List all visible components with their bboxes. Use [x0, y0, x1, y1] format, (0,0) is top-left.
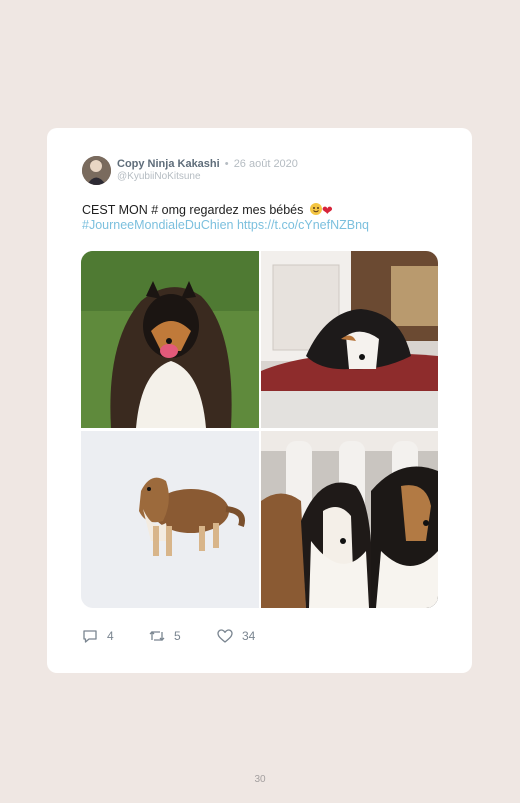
- page-number: 30: [254, 774, 266, 785]
- red-heart-icon: ❤: [321, 203, 333, 218]
- sheltie-snow-image: [81, 431, 259, 608]
- avatar-image: [82, 156, 111, 185]
- author-name[interactable]: Copy Ninja Kakashi: [117, 158, 220, 170]
- tweet-text: CEST MON # omg regardez mes bébés ❤ #Jou…: [82, 203, 442, 233]
- photo-1[interactable]: [81, 251, 259, 428]
- grinning-face-icon: [309, 203, 322, 215]
- retweet-icon: [149, 631, 165, 641]
- reply-button[interactable]: 4: [82, 628, 114, 644]
- author-handle[interactable]: @KyubiiNoKitsune: [117, 171, 201, 182]
- sheltie-blanket-image: [261, 251, 438, 428]
- avatar[interactable]: [82, 156, 111, 185]
- like-count: 34: [242, 629, 256, 643]
- reply-count: 4: [107, 629, 114, 643]
- photo-2[interactable]: [261, 251, 438, 428]
- tweet-date[interactable]: 26 août 2020: [234, 158, 298, 170]
- hashtag-link[interactable]: #JourneeMondialeDuChien: [82, 218, 234, 232]
- retweet-button[interactable]: 5: [149, 628, 181, 644]
- sheltie-grass-image: [81, 251, 259, 428]
- tweet-card: Copy Ninja Kakashi • 26 août 2020 @Kyubi…: [47, 128, 472, 673]
- author-line: Copy Ninja Kakashi • 26 août 2020: [117, 158, 298, 170]
- photo-grid: [81, 251, 438, 608]
- photo-4[interactable]: [261, 431, 438, 608]
- url-link[interactable]: https://t.co/cYnefNZBnq: [237, 218, 369, 232]
- heart-icon: [217, 629, 233, 643]
- retweet-count: 5: [174, 629, 181, 643]
- photo-3[interactable]: [81, 431, 259, 608]
- tweet-text-main: CEST MON # omg regardez mes bébés: [82, 203, 304, 217]
- tweet-text-line2: #JourneeMondialeDuChien https://t.co/cYn…: [82, 218, 442, 233]
- separator-dot: •: [224, 158, 229, 170]
- reply-icon: [83, 630, 97, 643]
- three-shelties-image: [261, 431, 438, 608]
- like-button[interactable]: 34: [217, 628, 255, 644]
